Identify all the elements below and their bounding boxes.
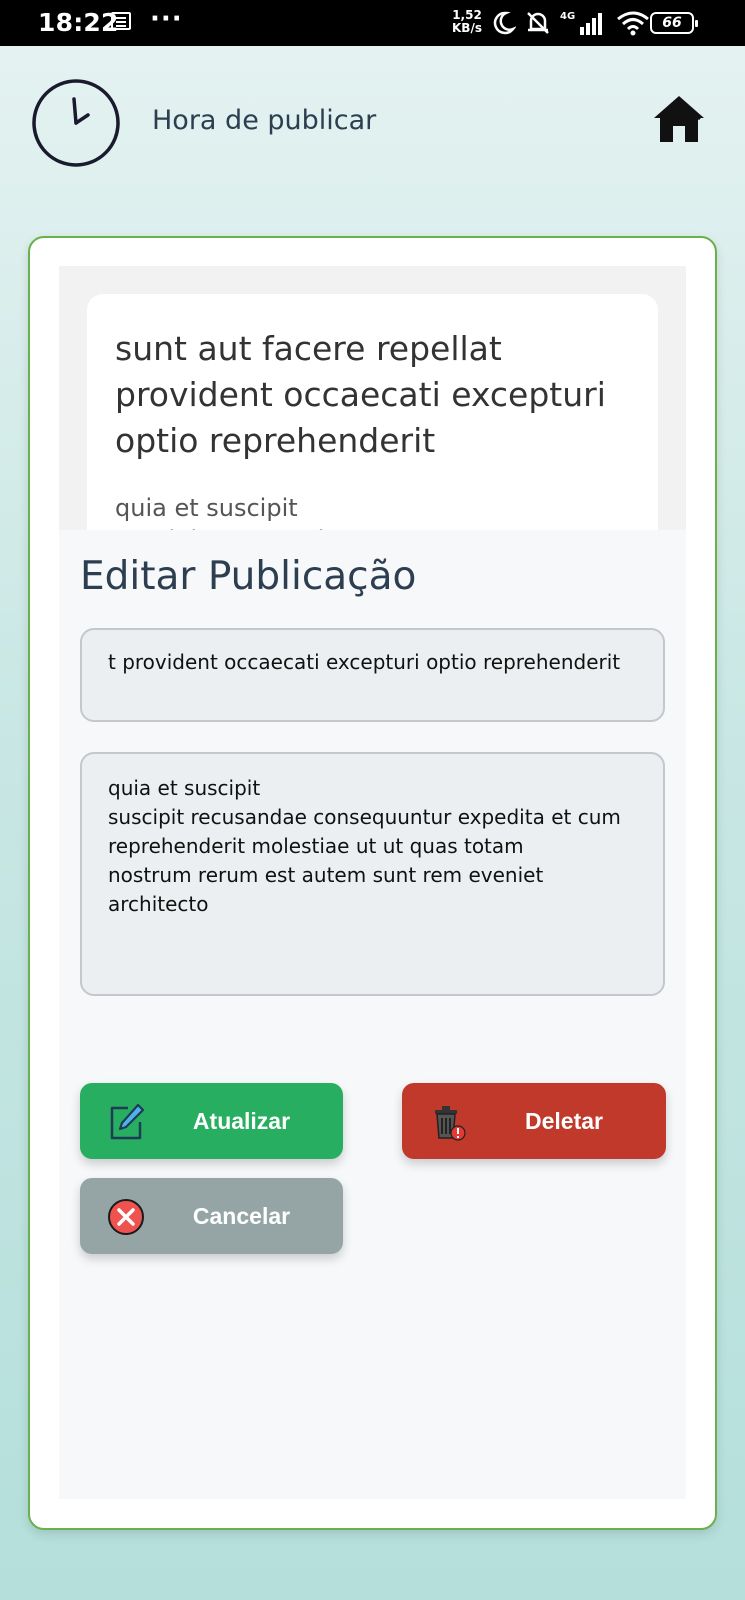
notification-icon xyxy=(111,12,131,30)
wifi-icon xyxy=(617,11,649,36)
post-card[interactable]: sunt aut facere repellat provident occae… xyxy=(87,294,658,530)
status-icons: 4G xyxy=(490,9,650,37)
network-speed: 1,52 KB/s xyxy=(452,9,482,35)
clock-icon xyxy=(32,79,120,167)
title-input[interactable]: t provident occaecati excepturi optio re… xyxy=(80,628,665,722)
home-icon[interactable] xyxy=(652,92,706,146)
post-preview-area: sunt aut facere repellat provident occae… xyxy=(59,266,686,530)
moon-icon xyxy=(493,11,516,35)
body-textarea[interactable]: quia et suscipit suscipit recusandae con… xyxy=(80,752,665,996)
update-button-label: Atualizar xyxy=(192,1107,291,1134)
signal-icon: 4G xyxy=(560,11,602,35)
post-body: quia et suscipit suscipit recusandae con… xyxy=(115,494,527,530)
delete-button[interactable]: Deletar xyxy=(402,1083,666,1159)
cancel-button-label: Cancelar xyxy=(192,1202,291,1229)
network-speed-unit: KB/s xyxy=(452,21,482,35)
more-notifications-icon: ··· xyxy=(150,4,183,34)
network-type: 4G xyxy=(560,11,575,22)
page-title: Hora de publicar xyxy=(152,105,377,136)
muted-bell-icon xyxy=(527,12,549,34)
cancel-button[interactable]: Cancelar xyxy=(80,1178,343,1254)
post-title: sunt aut facere repellat provident occae… xyxy=(115,329,606,460)
status-time: 18:22 xyxy=(38,8,119,37)
battery-icon: 66 xyxy=(650,12,698,34)
update-button[interactable]: Atualizar xyxy=(80,1083,343,1159)
delete-button-label: Deletar xyxy=(525,1107,603,1134)
battery-level: 66 xyxy=(662,15,682,31)
edit-heading: Editar Publicação xyxy=(80,554,417,599)
status-bar: 18:22 ··· 1,52 KB/s 4G 66 xyxy=(0,0,745,46)
